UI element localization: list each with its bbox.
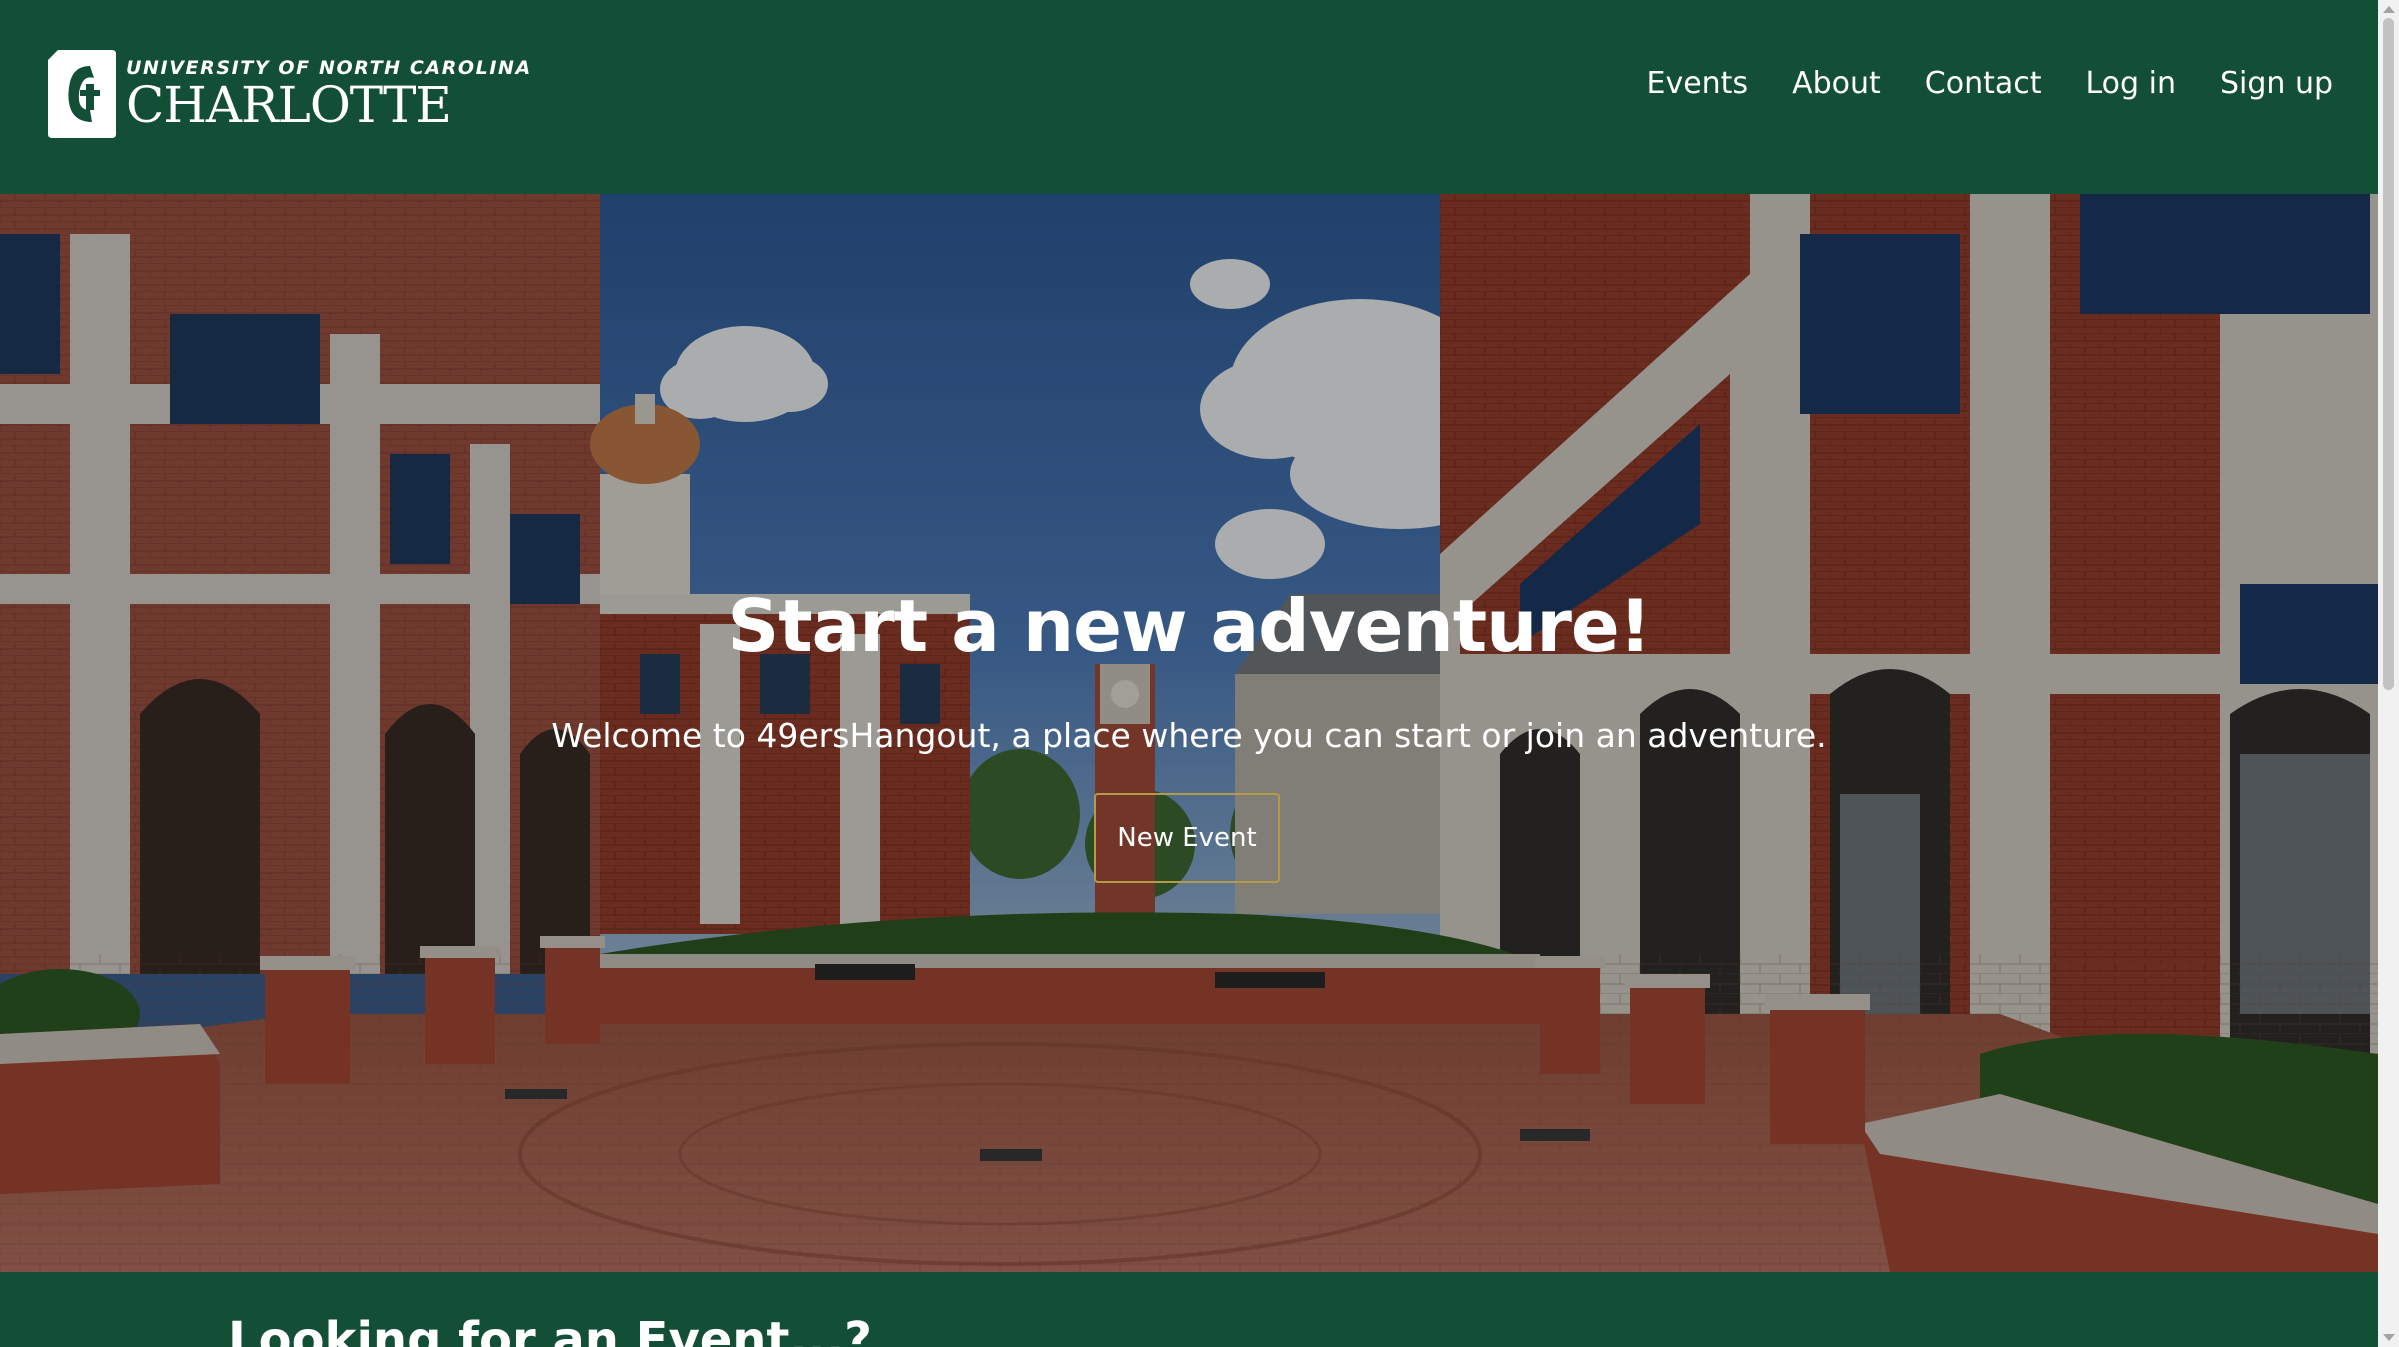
hero-title: Start a new adventure!	[727, 584, 1651, 668]
site-header: UNIVERSITY OF NORTH CAROLINA CHARLOTTE E…	[0, 0, 2378, 194]
page-scrollbar[interactable]	[2378, 0, 2399, 1347]
nav-about[interactable]: About	[1792, 66, 1881, 101]
page: UNIVERSITY OF NORTH CAROLINA CHARLOTTE E…	[0, 0, 2399, 1347]
university-logo-link[interactable]: UNIVERSITY OF NORTH CAROLINA CHARLOTTE	[46, 46, 530, 142]
nav-events[interactable]: Events	[1647, 66, 1749, 101]
nav-contact[interactable]: Contact	[1925, 66, 2042, 101]
nav-login[interactable]: Log in	[2086, 66, 2176, 101]
nav-signup[interactable]: Sign up	[2220, 66, 2333, 101]
uncc-logo-mark-icon	[48, 50, 116, 138]
hero-banner: Start a new adventure! Welcome to 49ersH…	[0, 194, 2378, 1272]
new-event-button[interactable]: New Event	[1094, 793, 1280, 883]
hero-subtitle: Welcome to 49ersHangout, a place where y…	[551, 716, 1827, 755]
events-section: Looking for an Event...?	[0, 1272, 2378, 1347]
events-section-title: Looking for an Event...?	[228, 1312, 872, 1347]
logo-line-charlotte: CHARLOTTE	[126, 75, 452, 134]
scroll-down-arrow-icon[interactable]	[2383, 1334, 2395, 1341]
scroll-up-arrow-icon[interactable]	[2383, 6, 2395, 13]
main-nav: Events About Contact Log in Sign up	[1647, 66, 2334, 101]
scrollbar-thumb[interactable]	[2383, 18, 2394, 690]
logo-wordmark: UNIVERSITY OF NORTH CAROLINA CHARLOTTE	[126, 56, 532, 134]
logo-line-university: UNIVERSITY OF NORTH CAROLINA	[126, 56, 532, 79]
